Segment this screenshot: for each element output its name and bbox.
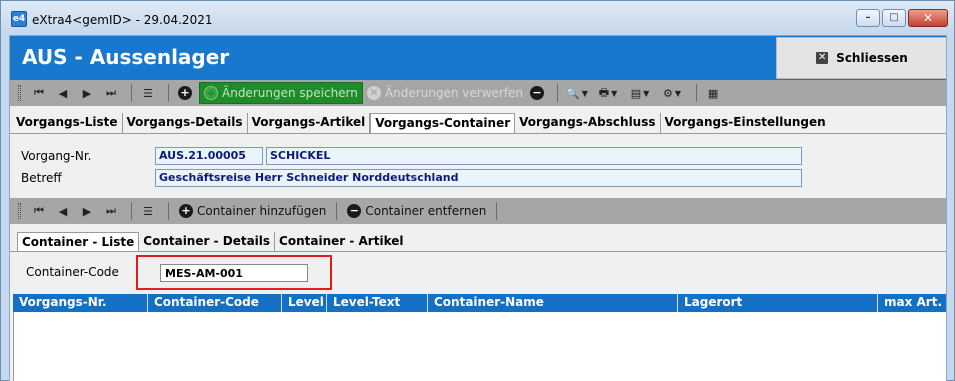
settings-export-icon[interactable]: ⚙ ▼ bbox=[658, 83, 686, 103]
close-icon: ✕ bbox=[816, 52, 829, 64]
container-code-field[interactable]: MES-AM-001 bbox=[160, 264, 308, 282]
schliessen-label: Schliessen bbox=[836, 51, 908, 65]
tab-vorgangs-liste[interactable]: Vorgangs-Liste bbox=[12, 113, 123, 133]
save-changes-label: Änderungen speichern bbox=[222, 86, 358, 100]
tab-vorgangs-details[interactable]: Vorgangs-Details bbox=[122, 113, 248, 133]
next-record-icon[interactable]: ▶ bbox=[77, 83, 97, 103]
close-icon: ✕ bbox=[922, 11, 934, 25]
toolbar-separator bbox=[336, 202, 338, 220]
tab-vorgangs-container[interactable]: Vorgangs-Container bbox=[370, 113, 516, 133]
tab-divider bbox=[10, 133, 946, 134]
next-container-icon[interactable]: ▶ bbox=[77, 201, 97, 221]
last-record-icon[interactable]: ⏭ bbox=[101, 83, 121, 103]
toolbar-grip bbox=[18, 203, 21, 219]
maximize-button[interactable]: □ bbox=[882, 9, 906, 27]
tab-container-details[interactable]: Container - Details bbox=[139, 232, 276, 252]
pdf-export-icon[interactable]: ▤ ▼ bbox=[626, 83, 654, 103]
toolbar-separator bbox=[557, 84, 559, 102]
main-tabbar: Vorgangs-Liste Vorgangs-Details Vorgangs… bbox=[12, 113, 830, 133]
tab-container-liste[interactable]: Container - Liste bbox=[17, 232, 140, 252]
tab-vorgangs-abschluss[interactable]: Vorgangs-Abschluss bbox=[515, 113, 661, 133]
toolbar-separator bbox=[131, 84, 132, 102]
first-container-icon[interactable]: ⏮ bbox=[29, 201, 49, 221]
delete-record-icon[interactable]: − bbox=[527, 83, 547, 103]
container-grid-header: Vorgangs-Nr. Container-Code Level Level-… bbox=[13, 294, 946, 312]
container-toolbar: ⏮ ◀ ▶ ⏭ ☰ + Container hinzufügen − Conta… bbox=[10, 198, 946, 224]
toolbar-separator bbox=[131, 202, 132, 220]
add-record-icon[interactable]: + bbox=[175, 83, 195, 103]
column-header[interactable]: max Art. bbox=[878, 294, 946, 312]
vorgang-name-field[interactable]: SCHICKEL bbox=[266, 147, 802, 165]
main-toolbar: ⏮ ◀ ▶ ⏭ ☰ + + Änderungen speichern ✕ Änd… bbox=[10, 80, 946, 106]
tab-container-artikel[interactable]: Container - Artikel bbox=[275, 232, 408, 252]
column-header[interactable]: Container-Code bbox=[148, 294, 282, 312]
client-area: AUS - Aussenlager ✕ Schliessen ⏮ ◀ ▶ ⏭ ☰… bbox=[9, 35, 947, 381]
column-header[interactable]: Level bbox=[282, 294, 327, 312]
remove-container-button[interactable]: − Container entfernen bbox=[343, 200, 490, 222]
sub-tabbar: Container - Liste Container - Details Co… bbox=[17, 232, 408, 252]
add-container-button[interactable]: + Container hinzufügen bbox=[175, 200, 330, 222]
betreff-field[interactable]: Geschäftsreise Herr Schneider Norddeutsc… bbox=[155, 169, 802, 187]
discard-changes-button[interactable]: ✕ Änderungen verwerfen bbox=[363, 82, 527, 104]
toolbar-grip bbox=[18, 85, 21, 101]
app-icon: e4 bbox=[11, 11, 27, 27]
app-window: e4 eXtra4<gemID> - 29.04.2021 – □ ✕ AUS … bbox=[0, 0, 955, 381]
remove-container-label: Container entfernen bbox=[365, 204, 487, 218]
vorgang-nr-label: Vorgang-Nr. bbox=[21, 149, 92, 163]
schliessen-button[interactable]: ✕ Schliessen bbox=[776, 37, 946, 79]
last-container-icon[interactable]: ⏭ bbox=[101, 201, 121, 221]
toolbar-separator bbox=[168, 84, 169, 102]
minus-icon: − bbox=[347, 204, 362, 218]
vorgang-nr-field[interactable]: AUS.21.00005 bbox=[155, 147, 263, 165]
preview-icon[interactable]: 🔍 ▼ bbox=[564, 83, 590, 103]
column-header[interactable]: Lagerort bbox=[678, 294, 878, 312]
list-view-icon[interactable]: ☰ bbox=[138, 83, 158, 103]
minimize-icon: – bbox=[865, 12, 871, 23]
print-icon[interactable]: 🖶 ▼ bbox=[594, 83, 622, 103]
window-controls: – □ ✕ bbox=[856, 9, 948, 27]
discard-icon: ✕ bbox=[366, 86, 381, 100]
previous-record-icon[interactable]: ◀ bbox=[53, 83, 73, 103]
column-header[interactable]: Vorgangs-Nr. bbox=[13, 294, 148, 312]
column-header[interactable]: Level-Text bbox=[327, 294, 428, 312]
tab-vorgangs-einstellungen[interactable]: Vorgangs-Einstellungen bbox=[660, 113, 830, 133]
first-record-icon[interactable]: ⏮ bbox=[29, 83, 49, 103]
save-icon: + bbox=[204, 86, 218, 100]
discard-changes-label: Änderungen verwerfen bbox=[384, 86, 524, 100]
betreff-label: Betreff bbox=[21, 171, 62, 185]
maximize-icon: □ bbox=[889, 12, 899, 23]
sub-tab-divider bbox=[10, 251, 946, 252]
module-header: AUS - Aussenlager ✕ Schliessen bbox=[10, 36, 946, 80]
previous-container-icon[interactable]: ◀ bbox=[53, 201, 73, 221]
minimize-button[interactable]: – bbox=[856, 9, 880, 27]
save-changes-button[interactable]: + Änderungen speichern bbox=[199, 82, 363, 104]
tab-vorgangs-artikel[interactable]: Vorgangs-Artikel bbox=[247, 113, 371, 133]
plus-icon: + bbox=[179, 204, 193, 218]
container-grid-body[interactable] bbox=[13, 312, 946, 381]
page-title: AUS - Aussenlager bbox=[22, 45, 230, 69]
title-bar[interactable]: e4 eXtra4<gemID> - 29.04.2021 – □ ✕ bbox=[1, 1, 954, 33]
container-list-icon[interactable]: ☰ bbox=[138, 201, 158, 221]
toolbar-separator bbox=[168, 202, 169, 220]
xlsx-export-icon[interactable]: ▦ bbox=[703, 83, 723, 103]
toolbar-separator bbox=[496, 202, 498, 220]
window-title: eXtra4<gemID> - 29.04.2021 bbox=[32, 13, 213, 27]
column-header[interactable]: Container-Name bbox=[428, 294, 678, 312]
window-close-button[interactable]: ✕ bbox=[908, 9, 948, 27]
toolbar-separator bbox=[696, 84, 698, 102]
add-container-label: Container hinzufügen bbox=[197, 204, 327, 218]
container-code-label: Container-Code bbox=[26, 265, 119, 279]
